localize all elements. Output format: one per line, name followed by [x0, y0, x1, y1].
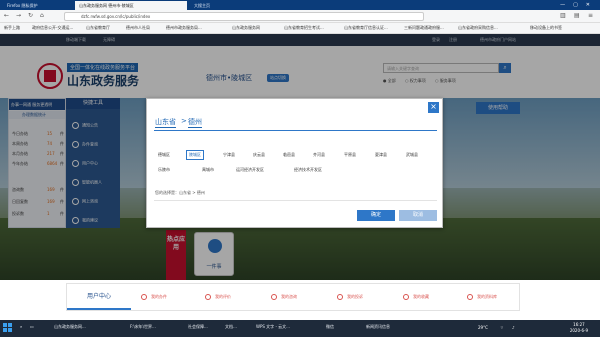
url-bar[interactable]: dzfc.rwfw.sd.gov.cn/lc/public/index [64, 12, 424, 21]
tab-firefox-privacy[interactable]: Firefox 隐私保护 [3, 1, 73, 10]
bookmark-item[interactable]: 山东省教育招生考试... [284, 25, 324, 31]
forward-icon[interactable]: → [16, 12, 21, 19]
start-tile [8, 323, 12, 327]
region-select-dialog: × 山东省 > 德州 德城区 陵城区 宁津县 庆云县 临邑县 齐河县 平原县 夏… [146, 98, 443, 228]
bookmark-item[interactable]: 新手上路 [4, 25, 20, 31]
bookmark-item[interactable]: 山东政务服务网 [232, 25, 260, 31]
taskbar-app[interactable]: 文档… [225, 324, 237, 330]
windows-start-icon[interactable] [3, 323, 13, 333]
review-icon [205, 294, 211, 300]
district-option[interactable]: 德城区 [156, 151, 172, 159]
case-icon [141, 294, 147, 300]
favorite-icon [403, 294, 409, 300]
menu-icon[interactable]: ≡ [588, 12, 593, 19]
taskbar-app[interactable]: WPS 文字 - 云文... [256, 324, 290, 330]
tab-label: 我的资料库 [477, 294, 497, 299]
bookmark-item[interactable]: 移动设备上的书签 [530, 25, 562, 31]
district-option[interactable]: 庆云县 [251, 151, 267, 159]
tab-shandong-gov[interactable]: 山东政务服务网 德州市-陵城区 [75, 1, 187, 10]
library-icon[interactable]: ▥ [560, 12, 566, 19]
district-option-selected[interactable]: 陵城区 [186, 150, 204, 160]
bookmark-item[interactable]: 政府信息公开-交通运... [32, 25, 73, 31]
start-tile [8, 328, 12, 332]
back-icon[interactable]: ← [4, 12, 9, 19]
start-tile [3, 323, 7, 327]
tab-label: 我的投诉 [347, 294, 363, 299]
taskbar-app[interactable]: F:\宋年\世界... [130, 324, 156, 330]
tab-my-consults[interactable]: 我的咨询 [271, 294, 297, 300]
bookmark-item[interactable]: 三新问题政通政府服... [404, 25, 444, 31]
os-taskbar: ⌕ ▭ 山东政务服务网... F:\宋年\世界... 社会保障... 文档… W… [0, 320, 600, 337]
tab-user-center[interactable]: 用户中心 [67, 284, 131, 310]
folder-icon [467, 294, 473, 300]
start-tile [3, 328, 7, 332]
tab-my-complaints[interactable]: 我的投诉 [337, 294, 363, 300]
taskbar-app[interactable]: 微信 [326, 324, 334, 330]
tab-my-favorites[interactable]: 我的收藏 [403, 294, 429, 300]
window-controls[interactable]: —▢✕ [560, 0, 598, 10]
search-icon[interactable]: ⌕ [20, 324, 22, 329]
tab-label: 我的评价 [215, 294, 231, 299]
district-option[interactable]: 平原县 [342, 151, 358, 159]
complaint-icon [337, 294, 343, 300]
district-option[interactable]: 运河经济开发区 [234, 166, 266, 174]
taskbar-app[interactable]: 新闻资讯信息 [366, 324, 390, 330]
bookmark-item[interactable]: 山东省教育厅 [86, 25, 110, 31]
taskbar-app[interactable]: 社会保障... [188, 324, 208, 330]
district-option[interactable]: 夏津县 [373, 151, 389, 159]
user-tabs: 用户中心 我的办件 我的评价 我的咨询 我的投诉 我的收藏 我的资料库 [0, 280, 600, 314]
district-option[interactable]: 乐陵市 [156, 166, 172, 174]
cancel-button[interactable]: 取消 [399, 210, 437, 221]
bookmark-item[interactable]: 山东省教育厅信息认证... [344, 25, 388, 31]
clock[interactable]: 16:27 2020-6-9 [570, 322, 588, 334]
crumb-city[interactable]: 德州 [188, 117, 202, 128]
crumb-province[interactable]: 山东省 [155, 117, 176, 128]
bookmark-item[interactable]: 山东省政府采购信息... [458, 25, 498, 31]
confirm-button[interactable]: 确定 [357, 210, 395, 221]
tab-label: 我的收藏 [413, 294, 429, 299]
tab-my-files[interactable]: 我的资料库 [467, 294, 497, 300]
bookmark-item[interactable]: 德州市政务服务局... [166, 25, 202, 31]
browser-nav-bar: ← → ↻ ⌂ dzfc.rwfw.sd.gov.cn/lc/public/in… [0, 10, 600, 23]
home-icon[interactable]: ⌂ [40, 12, 44, 19]
task-view-icon[interactable]: ▭ [30, 324, 34, 329]
district-option[interactable]: 经济技术开发区 [292, 166, 324, 174]
tab-my-reviews[interactable]: 我的评价 [205, 294, 231, 300]
tab-my-cases[interactable]: 我的办件 [141, 294, 167, 300]
reload-icon[interactable]: ↻ [28, 12, 33, 19]
tab-search-home[interactable]: 大搜主页 [190, 1, 250, 10]
network-icon[interactable]: ⌔ [500, 325, 504, 331]
bookmarks-bar: 新手上路 政府信息公开-交通运... 山东省教育厅 德州市人社局 德州市政务服务… [0, 23, 600, 34]
consult-icon [271, 294, 277, 300]
dialog-divider [154, 200, 437, 201]
user-tabs-box: 用户中心 我的办件 我的评价 我的咨询 我的投诉 我的收藏 我的资料库 [66, 283, 520, 311]
district-option[interactable]: 齐河县 [311, 151, 327, 159]
weather-text[interactable]: 29°C [478, 325, 488, 330]
dialog-divider [154, 130, 437, 131]
district-option[interactable]: 禹城市 [200, 166, 216, 174]
volume-icon[interactable]: ♪ [512, 325, 515, 330]
bookmark-item[interactable]: 德州市人社局 [126, 25, 150, 31]
district-option[interactable]: 武城县 [404, 151, 420, 159]
close-icon[interactable]: × [428, 102, 439, 113]
district-option[interactable]: 临邑县 [281, 151, 297, 159]
crumb-arrow: > [181, 117, 187, 125]
tab-label: 我的咨询 [281, 294, 297, 299]
selection-summary: 您的选择是：山东省 > 德州 [155, 190, 205, 195]
tab-label: 我的办件 [151, 294, 167, 299]
taskbar-app[interactable]: 山东政务服务网... [54, 324, 86, 330]
district-option[interactable]: 宁津县 [221, 151, 237, 159]
browser-tab-bar: Firefox 隐私保护 山东政务服务网 德州市-陵城区 大搜主页 —▢✕ [0, 0, 600, 10]
sidebar-icon[interactable]: ▤ [574, 12, 580, 19]
clock-date: 2020-6-9 [569, 328, 588, 333]
